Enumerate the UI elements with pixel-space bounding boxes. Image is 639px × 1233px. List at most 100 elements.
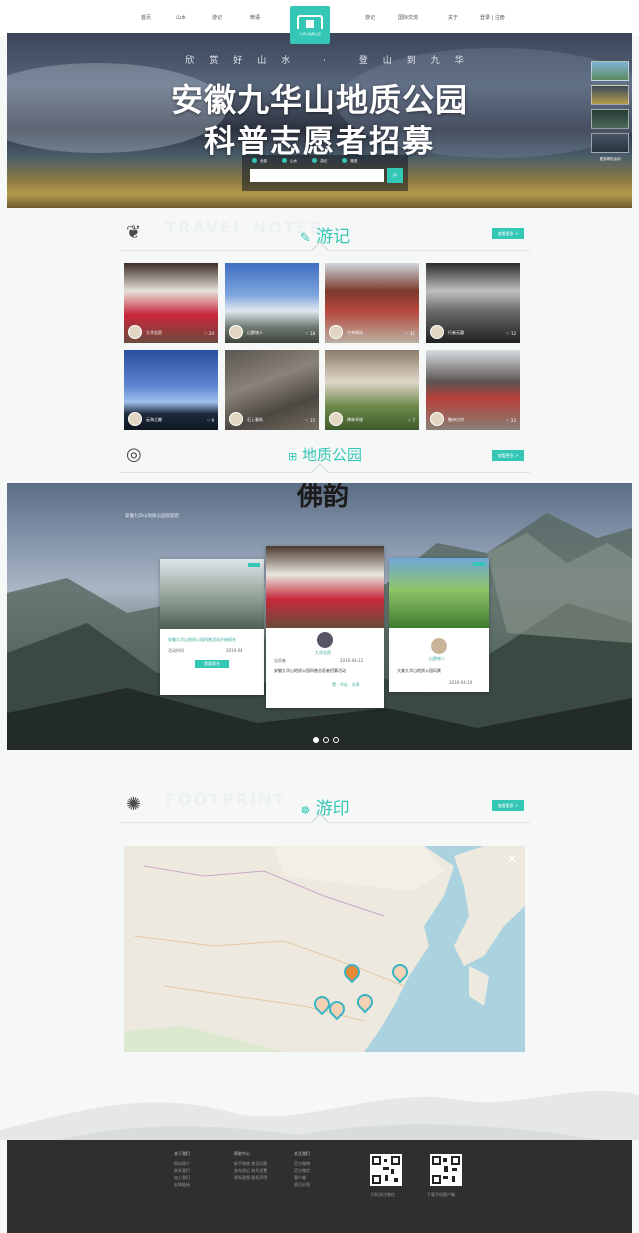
qr-code-wechat <box>370 1154 402 1186</box>
footer-link[interactable]: 官方微信 <box>294 1167 310 1174</box>
more-geopark-button[interactable]: 查看更多 > <box>492 450 524 461</box>
note-author: 行者无疆 <box>448 330 464 335</box>
footer-link[interactable]: 友情链接 <box>174 1181 190 1188</box>
map-land <box>124 846 525 1052</box>
hero-thumbnail[interactable] <box>591 61 629 81</box>
qr-code-icon <box>372 1156 400 1184</box>
carousel-dot[interactable] <box>333 737 339 743</box>
note-tile[interactable]: 云海之巅 ♡ 9 <box>124 350 218 430</box>
card-text: 大美九华山地质公园风景 <box>397 668 441 673</box>
more-footprint-button[interactable]: 查看更多 > <box>492 800 524 811</box>
search-options: 全部 山水 游记 微语 <box>252 158 371 164</box>
avatar <box>430 412 444 426</box>
nav-login-register[interactable]: 登录 | 注册 <box>480 14 505 21</box>
nav-item-about[interactable]: 关于 <box>448 14 458 21</box>
footer-link[interactable]: 新手指南 常见问题 <box>234 1160 267 1167</box>
hero-thumbnail[interactable] <box>591 133 629 153</box>
search-input[interactable] <box>250 169 384 182</box>
qr-caption-wechat: 扫码关注微信 <box>371 1192 395 1197</box>
card-badge <box>248 563 260 567</box>
note-tile[interactable]: 碑林寻迹 ♡ 7 <box>325 350 419 430</box>
more-notes-button[interactable]: 查看更多 > <box>492 228 524 239</box>
search-option-notes[interactable]: 游记 <box>312 158 327 163</box>
search-option-all[interactable]: 全部 <box>252 158 267 163</box>
carousel-dot[interactable] <box>323 737 329 743</box>
note-author: 九华志愿 <box>146 330 162 335</box>
signup-button[interactable]: 我要报名 <box>195 660 229 668</box>
card-image <box>389 558 489 628</box>
geopark-card[interactable]: 安徽九华山地质公园科普活动开始报名 活动时间 2016-04 我要报名 <box>160 559 264 695</box>
section-header-footprint: ✺ FOOTPRINT ☸ 游印 查看更多 > <box>120 790 530 831</box>
hero-thumbnails: 更多精彩活动 <box>591 61 629 162</box>
footprint-icon: ☸ <box>300 804 311 817</box>
avatar <box>431 638 447 654</box>
house-icon <box>297 14 323 29</box>
hero-banner[interactable]: 欣赏好山水 · 登山到九华 安徽九华山地质公园 科普志愿者招募 全部 山水 游记… <box>7 33 632 208</box>
ink-mountains-decoration <box>0 1090 639 1140</box>
footer-link[interactable]: 发布游记 账号设置 <box>234 1167 267 1174</box>
note-tile[interactable]: 徽州古村 ♡ 22 <box>426 350 520 430</box>
geopark-card[interactable]: 山野旅人 大美九华山地质公园风景 2016-04-20 <box>389 558 489 692</box>
note-tile[interactable]: 山野旅人 ♡ 18 <box>225 263 319 343</box>
geopark-card[interactable]: 九华志愿 志愿者 2016-04-22 安徽九华山地质公园科普志愿者招募活动 赞… <box>266 546 384 708</box>
nav-item-landscape[interactable]: 山水 <box>176 14 186 21</box>
search-button[interactable]: ⌕ <box>387 168 403 183</box>
avatar <box>317 632 333 648</box>
footer-link[interactable]: 隐私政策 版权声明 <box>234 1174 267 1181</box>
card-date-label: 活动时间 <box>168 648 184 653</box>
close-icon[interactable]: ✕ <box>507 852 517 866</box>
footer-link[interactable]: 网站简介 <box>174 1160 190 1167</box>
card-text: 安徽九华山地质公园科普志愿者招募活动 <box>274 668 346 673</box>
site-logo[interactable]: 九华山地质公园 <box>290 6 330 44</box>
footer: 关于我们 网站简介 联系我们 加入我们 友情链接 帮助中心 新手指南 常见问题 … <box>7 1140 632 1233</box>
footprint-map[interactable]: ✕ <box>124 846 525 1052</box>
card-actions[interactable]: 赞 · 评论 · 分享 <box>332 682 360 688</box>
footer-link[interactable]: 意见反馈 <box>294 1181 310 1188</box>
qr-code-icon <box>432 1156 460 1184</box>
avatar <box>329 412 343 426</box>
search-option-weiyu[interactable]: 微语 <box>342 158 357 163</box>
nav-item-weiyu[interactable]: 微语 <box>250 14 260 21</box>
card-date: 2016-04-22 <box>340 658 364 663</box>
hero-title: 安徽九华山地质公园 <box>170 81 468 119</box>
notes-icon: ✎ <box>299 231 311 246</box>
card-title: 安徽九华山地质公园科普活动开始报名 <box>168 637 236 642</box>
search-option-landscape[interactable]: 山水 <box>282 158 297 163</box>
note-author: 石上春秋 <box>247 417 263 422</box>
footer-link[interactable]: 联系我们 <box>174 1167 190 1174</box>
radio-icon <box>252 158 257 163</box>
nav-item-travel[interactable]: 游记 <box>365 14 375 21</box>
nav-item-home[interactable]: 首页 <box>141 14 151 21</box>
note-likes: ♡ 9 <box>206 418 214 423</box>
geopark-band: 安徽九华山地质公园欢迎您 佛韵 安徽九华山地质公园科普活动开始报名 活动时间 2… <box>7 483 632 750</box>
search-panel: 全部 山水 游记 微语 ⌕ <box>242 155 408 191</box>
footer-link[interactable]: 官方微博 <box>294 1160 310 1167</box>
footer-link[interactable]: 加入我们 <box>174 1174 190 1181</box>
avatar <box>329 325 343 339</box>
geopark-icon: ⊞ <box>287 450 298 463</box>
carousel-dots <box>313 728 343 747</box>
carousel-dot[interactable] <box>313 737 319 743</box>
hero-thumbnail[interactable] <box>591 85 629 105</box>
shell-icon: ❦ <box>126 222 142 243</box>
hero-slogan: 欣赏好山水 · 登山到九华 <box>185 56 479 66</box>
avatar <box>229 325 243 339</box>
avatar <box>229 412 243 426</box>
note-tile[interactable]: 古寺探访 ♡ 31 <box>325 263 419 343</box>
avatar <box>430 325 444 339</box>
geopark-subtitle: 安徽九华山地质公园欢迎您 <box>125 514 179 519</box>
card-user: 九华志愿 <box>315 650 331 655</box>
ammonite-icon: ◎ <box>126 444 142 465</box>
qr-caption-app: 下载手机客户端 <box>427 1192 455 1197</box>
note-tile[interactable]: 石上春秋 ♡ 15 <box>225 350 319 430</box>
note-author: 山野旅人 <box>247 330 263 335</box>
note-tile[interactable]: 九华志愿 ♡ 24 <box>124 263 218 343</box>
nav-item-international[interactable]: 国际交流 <box>398 14 418 21</box>
nav-item-notes[interactable]: 游记 <box>212 14 222 21</box>
footer-link[interactable]: 客户端 <box>294 1174 310 1181</box>
footer-col-about: 关于我们 网站简介 联系我们 加入我们 友情链接 <box>174 1151 190 1188</box>
note-tile[interactable]: 行者无疆 ♡ 12 <box>426 263 520 343</box>
caret-up-icon <box>311 463 329 481</box>
hero-thumbnail[interactable] <box>591 109 629 129</box>
section-title-geopark: ⊞ 地质公园 <box>287 446 362 464</box>
